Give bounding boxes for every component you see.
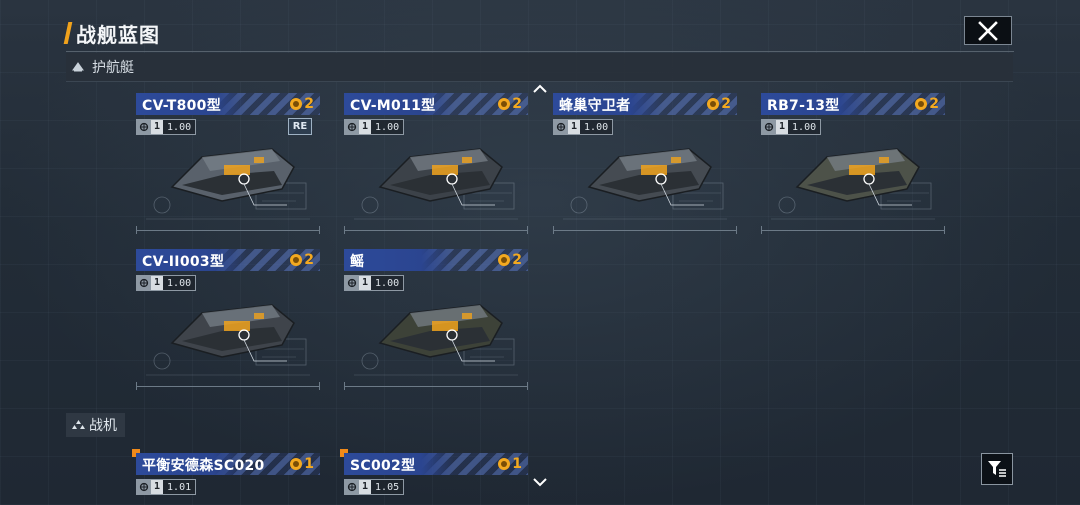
speed-icon [137,480,151,494]
fighter-card[interactable]: SC002型 1 1 1.05 [340,449,528,505]
ship-card[interactable]: 蜂巢守卫者 2 1 1.00 [553,93,737,237]
cost-value: 1 [512,456,522,472]
cost-value: 2 [721,96,731,112]
ship-card[interactable]: RB7-13型 2 1 1.00 [761,93,945,237]
cost-icon [915,98,928,110]
cost-icon [498,98,511,110]
section-fighter: 战机 [66,413,125,437]
cost-value: 2 [304,96,314,112]
card-base-line [136,226,320,234]
cost-icon [498,458,511,470]
chevron-down-icon [533,478,547,487]
speed-value: 1.05 [375,481,400,493]
cost-icon [707,98,720,110]
cost-icon [290,254,303,266]
section-escort-label: 护航艇 [92,60,134,76]
ship-name: CV-T800型 [142,98,222,114]
speed-icon [345,276,359,290]
cost-value: 2 [512,96,522,112]
ship-image [378,148,503,206]
card-base-line [761,226,945,234]
speed-icon [345,120,359,134]
cost: 2 [290,96,314,112]
card-base-line [136,382,320,390]
ship-card[interactable]: CV-II003型 2 1 1.00 [136,249,320,393]
re-badge: RE [288,118,312,135]
ship-name: 鳐 [350,254,365,270]
close-button[interactable] [964,16,1012,45]
ship-card[interactable]: CV-M011型 2 1 1.00 [344,93,528,237]
filter-icon [988,461,1006,477]
section-escort: 护航艇 [66,53,1013,82]
cost-value: 2 [929,96,939,112]
escort-category-icon [70,59,86,75]
scroll-down-button[interactable] [529,475,551,489]
cost-icon [290,98,303,110]
ship-image [378,304,503,362]
speed-icon [137,276,151,290]
cost: 2 [915,96,939,112]
scroll-up-button[interactable] [529,82,551,96]
close-icon [978,20,998,41]
card-base-line [344,382,528,390]
chevron-up-icon [533,84,547,93]
cost-value: 2 [512,252,522,268]
cost-value: 1 [304,456,314,472]
cost: 2 [498,96,522,112]
ship-image [170,304,295,362]
fighter-name: 平衡安德森SC020 [142,458,265,474]
ship-name: 蜂巢守卫者 [559,98,631,114]
cost-icon [498,254,511,266]
header-divider [66,51,1014,52]
ship-card[interactable]: CV-T800型 2 1 1.00 RE [136,93,320,237]
ship-name: CV-M011型 [350,98,436,114]
ship-image [587,148,712,206]
header: 战舰蓝图 [63,16,160,50]
page-title: 战舰蓝图 [76,22,160,47]
level-value: 1 [359,480,372,494]
speed-icon [345,480,359,494]
filter-button[interactable] [981,453,1013,485]
ship-card[interactable]: 鳐 2 1 1.00 [344,249,528,393]
cost: 2 [290,252,314,268]
ship-image [170,148,295,206]
fighter-card[interactable]: 平衡安德森SC020 1 1 1.01 [132,449,320,505]
fighter-category-icon [70,417,86,433]
fighter-name: SC002型 [350,458,416,474]
stat-box: 1 1.05 [344,479,405,495]
speed-icon [137,120,151,134]
cost: 2 [707,96,731,112]
card-base-line [344,226,528,234]
speed-icon [554,120,568,134]
cost-value: 2 [304,252,314,268]
ship-name: RB7-13型 [767,98,840,114]
cost: 1 [290,456,314,472]
stat-box: 1 1.01 [136,479,197,495]
cost-icon [290,458,303,470]
level-value: 1 [151,480,164,494]
ship-name: CV-II003型 [142,254,225,270]
cost: 2 [498,252,522,268]
section-fighter-label: 战机 [89,418,117,434]
ship-image [795,148,920,206]
speed-value: 1.01 [167,481,192,493]
speed-icon [762,120,776,134]
cost: 1 [498,456,522,472]
card-base-line [553,226,737,234]
